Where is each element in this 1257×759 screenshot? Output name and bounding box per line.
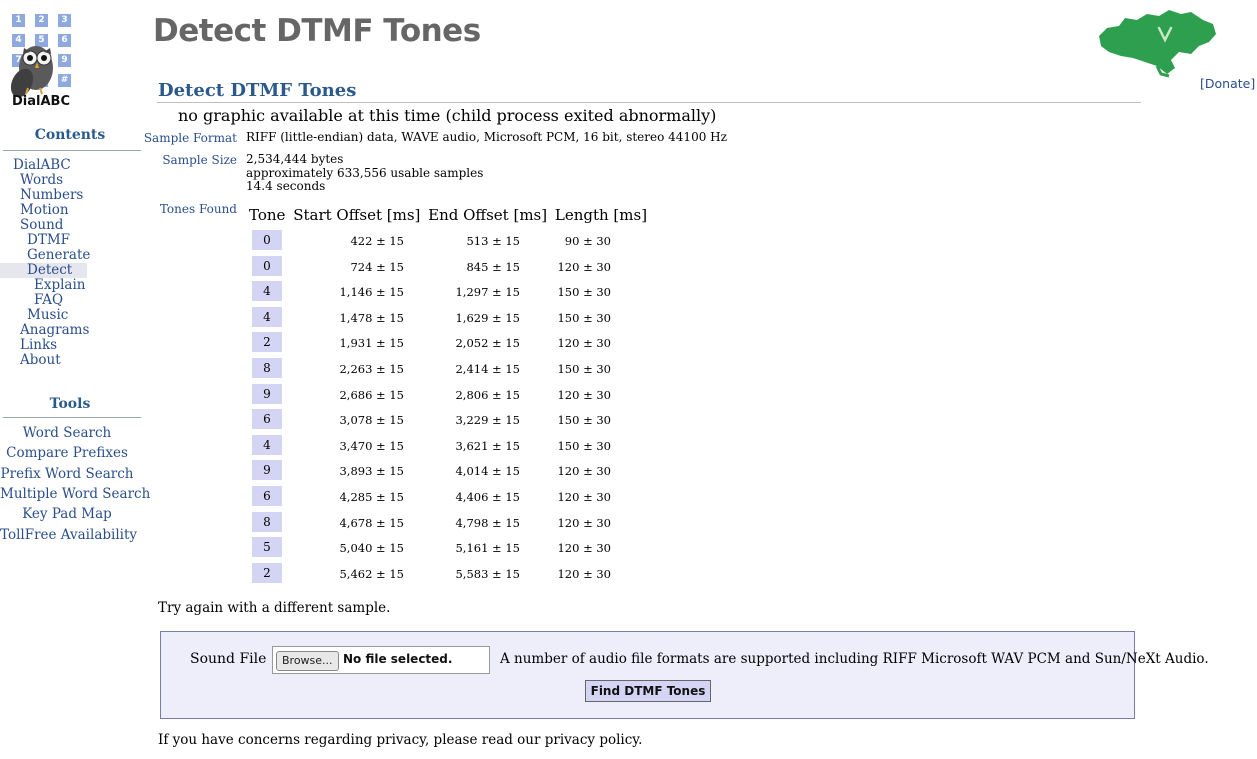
sample-format-label[interactable]: Sample Format [0, 131, 237, 145]
tool-link-compare-prefixes[interactable]: Compare Prefixes [0, 445, 134, 461]
start-offset-cell: 3,470 ± 15 [339, 438, 404, 453]
keypad-key: 2 [35, 14, 48, 27]
tone-cell: 4 [252, 434, 282, 455]
start-offset-cell: 4,285 ± 15 [339, 490, 404, 504]
tone-cell: 5 [252, 537, 282, 558]
sidebar-item-about[interactable]: About [20, 353, 61, 368]
start-offset-cell: 724 ± 15 [350, 259, 404, 274]
tone-cell: 0 [252, 255, 282, 276]
start-offset-cell: 4,678 ± 15 [339, 515, 404, 530]
col-tone: Tone [249, 206, 286, 224]
tool-link-multiple-word-search[interactable]: Multiple Word Search [0, 486, 150, 502]
sidebar-item-faq[interactable]: FAQ [34, 293, 63, 308]
sidebar-item-links[interactable]: Links [20, 338, 57, 353]
length-cell: 150 ± 30 [557, 413, 611, 428]
sample-size-value: 2,534,444 bytes approximately 633,556 us… [246, 152, 484, 194]
tone-cell: 6 [252, 486, 282, 506]
sidebar-item-dtmf[interactable]: DTMF [27, 233, 70, 248]
try-again-text: Try again with a different sample. [158, 600, 391, 616]
tool-link-tollfree-availability[interactable]: TollFree Availability [0, 527, 137, 543]
length-cell: 120 ± 30 [557, 541, 611, 556]
size-bytes: 2,534,444 bytes [246, 152, 344, 166]
col-start-offset: Start Offset [ms] [293, 206, 421, 224]
browse-button[interactable]: Browse... [276, 651, 339, 671]
sidebar-item-words[interactable]: Words [20, 173, 63, 188]
sidebar-item-numbers[interactable]: Numbers [20, 188, 83, 203]
size-seconds: 14.4 seconds [246, 179, 326, 193]
tool-link-key-pad-map[interactable]: Key Pad Map [0, 506, 134, 522]
keypad-key: 3 [58, 14, 71, 27]
length-cell: 120 ± 30 [557, 515, 611, 530]
tone-cell: 9 [252, 383, 282, 404]
sound-file-input[interactable]: Browse... No file selected. [272, 646, 490, 674]
length-cell: 150 ± 30 [557, 310, 611, 325]
length-cell: 120 ± 30 [557, 387, 611, 402]
length-cell: 150 ± 30 [557, 362, 611, 376]
start-offset-cell: 2,686 ± 15 [339, 387, 404, 402]
start-offset-cell: 5,462 ± 15 [339, 566, 404, 581]
tone-cell: 4 [252, 281, 282, 302]
length-cell: 120 ± 30 [557, 336, 611, 351]
sidebar-item-detect[interactable]: Detect [27, 263, 72, 278]
sound-file-label: Sound File [190, 651, 267, 667]
sidebar-item-music[interactable]: Music [27, 308, 68, 323]
tool-link-word-search[interactable]: Word Search [0, 425, 134, 441]
find-dtmf-tones-button[interactable]: Find DTMF Tones [585, 680, 711, 702]
start-offset-cell: 3,893 ± 15 [339, 464, 404, 479]
owl-icon [10, 46, 53, 98]
section-divider [157, 102, 1141, 103]
tone-cell: 2 [252, 332, 282, 353]
sidebar-item-explain[interactable]: Explain [34, 278, 86, 293]
length-cell: 150 ± 30 [557, 438, 611, 453]
tone-cell: 2 [252, 562, 282, 583]
keypad-key: 1 [12, 14, 25, 27]
sidebar-item-anagrams[interactable]: Anagrams [20, 323, 89, 338]
tone-cell: 8 [252, 511, 282, 532]
sample-format-value: RIFF (little-endian) data, WAVE audio, M… [246, 130, 727, 144]
tool-link-prefix-word-search[interactable]: Prefix Word Search [0, 466, 134, 482]
logo-text: DialABC [12, 94, 70, 109]
section-title: Detect DTMF Tones [158, 80, 357, 101]
tone-cell: 9 [252, 460, 282, 481]
sidebar-item-generate[interactable]: Generate [27, 248, 90, 263]
tones-table-header: Tone Start Offset [ms] End Offset [ms] L… [249, 206, 650, 224]
length-cell: 120 ± 30 [557, 490, 611, 504]
col-end-offset: End Offset [ms] [428, 206, 548, 224]
sample-size-label[interactable]: Sample Size [0, 153, 237, 167]
ukraine-map-icon[interactable] [1095, 6, 1220, 78]
start-offset-cell: 1,146 ± 15 [339, 285, 404, 300]
contents-divider [3, 150, 141, 151]
length-cell: 150 ± 30 [557, 285, 611, 300]
tone-cell: 0 [252, 230, 282, 250]
length-cell: 120 ± 30 [557, 566, 611, 581]
sidebar-item-sound[interactable]: Sound [20, 218, 63, 233]
start-offset-cell: 3,078 ± 15 [339, 413, 404, 428]
start-offset-cell: 5,040 ± 15 [339, 541, 404, 556]
col-length: Length [ms] [554, 206, 648, 224]
graphic-status-message: no graphic available at this time (child… [178, 106, 717, 125]
page-title: Detect DTMF Tones [153, 13, 481, 49]
tone-cell: 4 [252, 306, 282, 327]
start-offset-cell: 2,263 ± 15 [339, 362, 404, 376]
size-samples: approximately 633,556 usable samples [246, 165, 484, 180]
tools-heading: Tools [49, 396, 91, 412]
upload-form: Sound File Browse... No file selected. A… [160, 631, 1209, 719]
length-cell: 90 ± 30 [564, 234, 611, 248]
tones-found-label[interactable]: Tones Found [0, 202, 237, 216]
start-offset-cell: 422 ± 15 [350, 234, 404, 248]
privacy-note: If you have concerns regarding privacy, … [158, 732, 643, 748]
donate-link[interactable]: [Donate] [1200, 76, 1255, 91]
tone-cell: 6 [252, 409, 282, 430]
start-offset-cell: 1,478 ± 15 [339, 310, 404, 325]
tone-cell: 8 [252, 358, 282, 378]
tools-divider [3, 417, 141, 418]
start-offset-cell: 1,931 ± 15 [339, 336, 404, 351]
length-cell: 120 ± 30 [557, 259, 611, 274]
length-cell: 120 ± 30 [557, 464, 611, 479]
dialabc-logo[interactable]: 1234567890# DialABC [0, 10, 80, 110]
format-note: A number of audio file formats are suppo… [500, 651, 1209, 667]
file-status-text: No file selected. [343, 652, 453, 666]
